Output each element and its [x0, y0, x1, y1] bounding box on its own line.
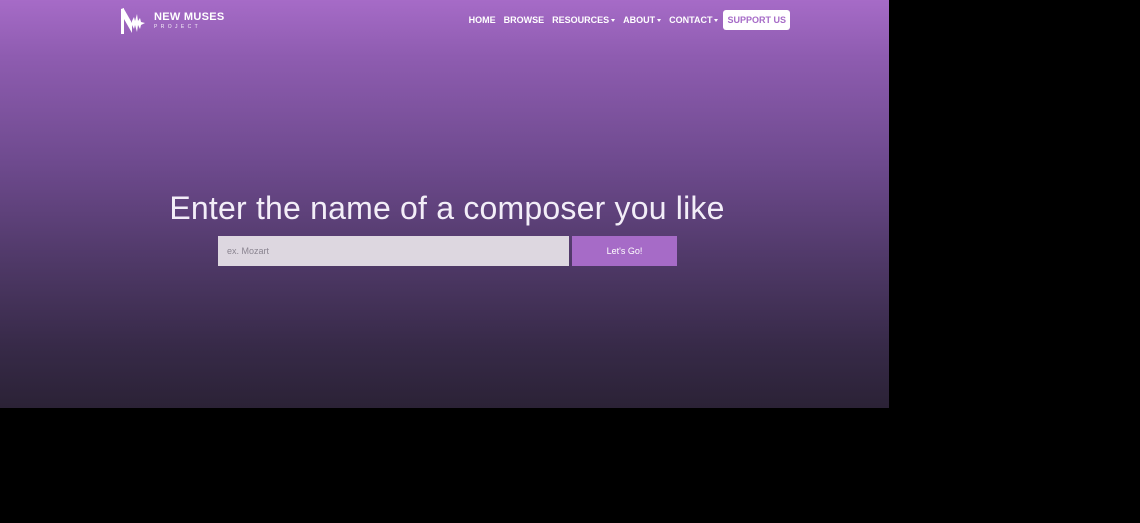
caret-down-icon — [657, 18, 662, 22]
support-us-button[interactable]: SUPPORT US — [723, 10, 790, 30]
nav-about-label: ABOUT — [623, 15, 656, 25]
nav-browse[interactable]: BROWSE — [504, 15, 545, 25]
new-muses-logo-icon — [121, 8, 145, 34]
nav-about-dropdown[interactable]: ABOUT — [623, 15, 662, 25]
nav-home[interactable]: HOME — [469, 15, 496, 25]
brand-subtitle: PROJECT — [154, 24, 202, 30]
navbar: NEW MUSES PROJECT HOME BROWSE RESOURCES … — [0, 0, 889, 42]
nav-contact-label: CONTACT — [669, 15, 713, 25]
nav-home-label: HOME — [468, 15, 496, 25]
brand-text: NEW MUSES PROJECT — [154, 12, 225, 30]
caret-down-icon — [714, 18, 719, 22]
composer-search-input[interactable] — [218, 236, 569, 266]
nav-contact-dropdown[interactable]: CONTACT — [669, 15, 719, 25]
caret-down-icon — [611, 18, 616, 22]
composer-search-form: Let's Go! — [218, 236, 677, 266]
brand-link[interactable]: NEW MUSES PROJECT — [120, 7, 225, 35]
nav-resources-label: RESOURCES — [552, 15, 610, 25]
nav-browse-label: BROWSE — [503, 15, 545, 25]
page-viewport: NEW MUSES PROJECT HOME BROWSE RESOURCES … — [0, 0, 889, 408]
hero-title: Enter the name of a composer you like — [169, 190, 725, 226]
nav-links: HOME BROWSE RESOURCES ABOUT CONTACT SUPP… — [461, 10, 790, 30]
nav-resources-dropdown[interactable]: RESOURCES — [552, 15, 616, 25]
brand-name: NEW MUSES — [154, 11, 225, 23]
lets-go-button[interactable]: Let's Go! — [572, 236, 677, 266]
